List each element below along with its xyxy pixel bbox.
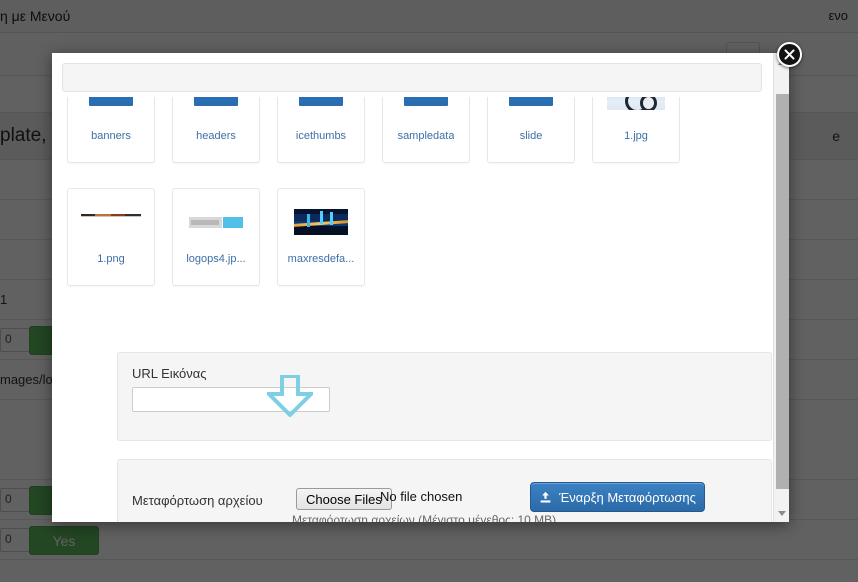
image-url-panel: URL Εικόνας [117,352,772,441]
image-thumbnail [78,201,144,243]
modal-toolbar[interactable] [62,63,762,92]
folder-icon [498,97,564,120]
no-file-chosen-text: No file chosen [380,489,463,504]
list-item[interactable]: logops4.jp... [172,188,260,286]
file-upload-label: Μεταφόρτωση αρχείου [132,493,263,508]
choose-files-button[interactable]: Choose Files [296,488,392,510]
image-thumbnail [288,201,354,243]
upload-icon [539,491,552,504]
folder-icon [78,97,144,120]
modal-scrollbar[interactable] [773,53,789,522]
file-label: 1.jpg [624,130,648,142]
start-upload-button[interactable]: Έναρξη Μεταφόρτωσης [530,482,705,512]
file-label: 1.png [97,253,125,265]
file-label: banners [91,130,131,142]
file-label: headers [196,130,236,142]
annotation-arrow-icon [264,374,316,418]
list-item[interactable]: sampledata [382,97,470,163]
list-item[interactable]: icethumbs [277,97,365,163]
list-item[interactable]: maxresdefa... [277,188,365,286]
list-item[interactable]: 1.jpg [592,97,680,163]
start-upload-label: Έναρξη Μεταφόρτωσης [559,489,696,505]
image-url-label: URL Εικόνας [132,366,207,381]
upload-size-hint: Μεταφόρτωση αρχείων (Μέγιστο μέγεθος: 10… [292,513,557,522]
file-upload-panel: Μεταφόρτωση αρχείου Choose Files No file… [117,459,772,522]
file-thumbnail-area: banners headers icethumbs sampledata sli… [62,97,762,337]
file-label: logops4.jp... [186,253,246,265]
file-label: sampledata [397,130,455,142]
file-grid: banners headers icethumbs sampledata sli… [62,97,746,306]
folder-icon [288,97,354,120]
list-item[interactable]: 1.png [67,188,155,286]
folder-icon [183,97,249,120]
folder-icon [393,97,459,120]
modal-scrollbar-thumb[interactable] [776,94,789,489]
file-label: maxresdefa... [287,253,355,265]
modal-content: banners headers icethumbs sampledata sli… [52,53,773,522]
list-item[interactable]: headers [172,97,260,163]
close-icon[interactable] [777,42,802,67]
image-thumbnail [603,97,669,120]
image-thumbnail [183,201,249,243]
file-label: icethumbs [295,130,347,142]
file-label: slide [519,130,543,142]
list-item[interactable]: banners [67,97,155,163]
modal-scroll-down-arrow-icon[interactable] [774,504,789,522]
list-item[interactable]: slide [487,97,575,163]
media-picker-modal: banners headers icethumbs sampledata sli… [52,53,789,522]
